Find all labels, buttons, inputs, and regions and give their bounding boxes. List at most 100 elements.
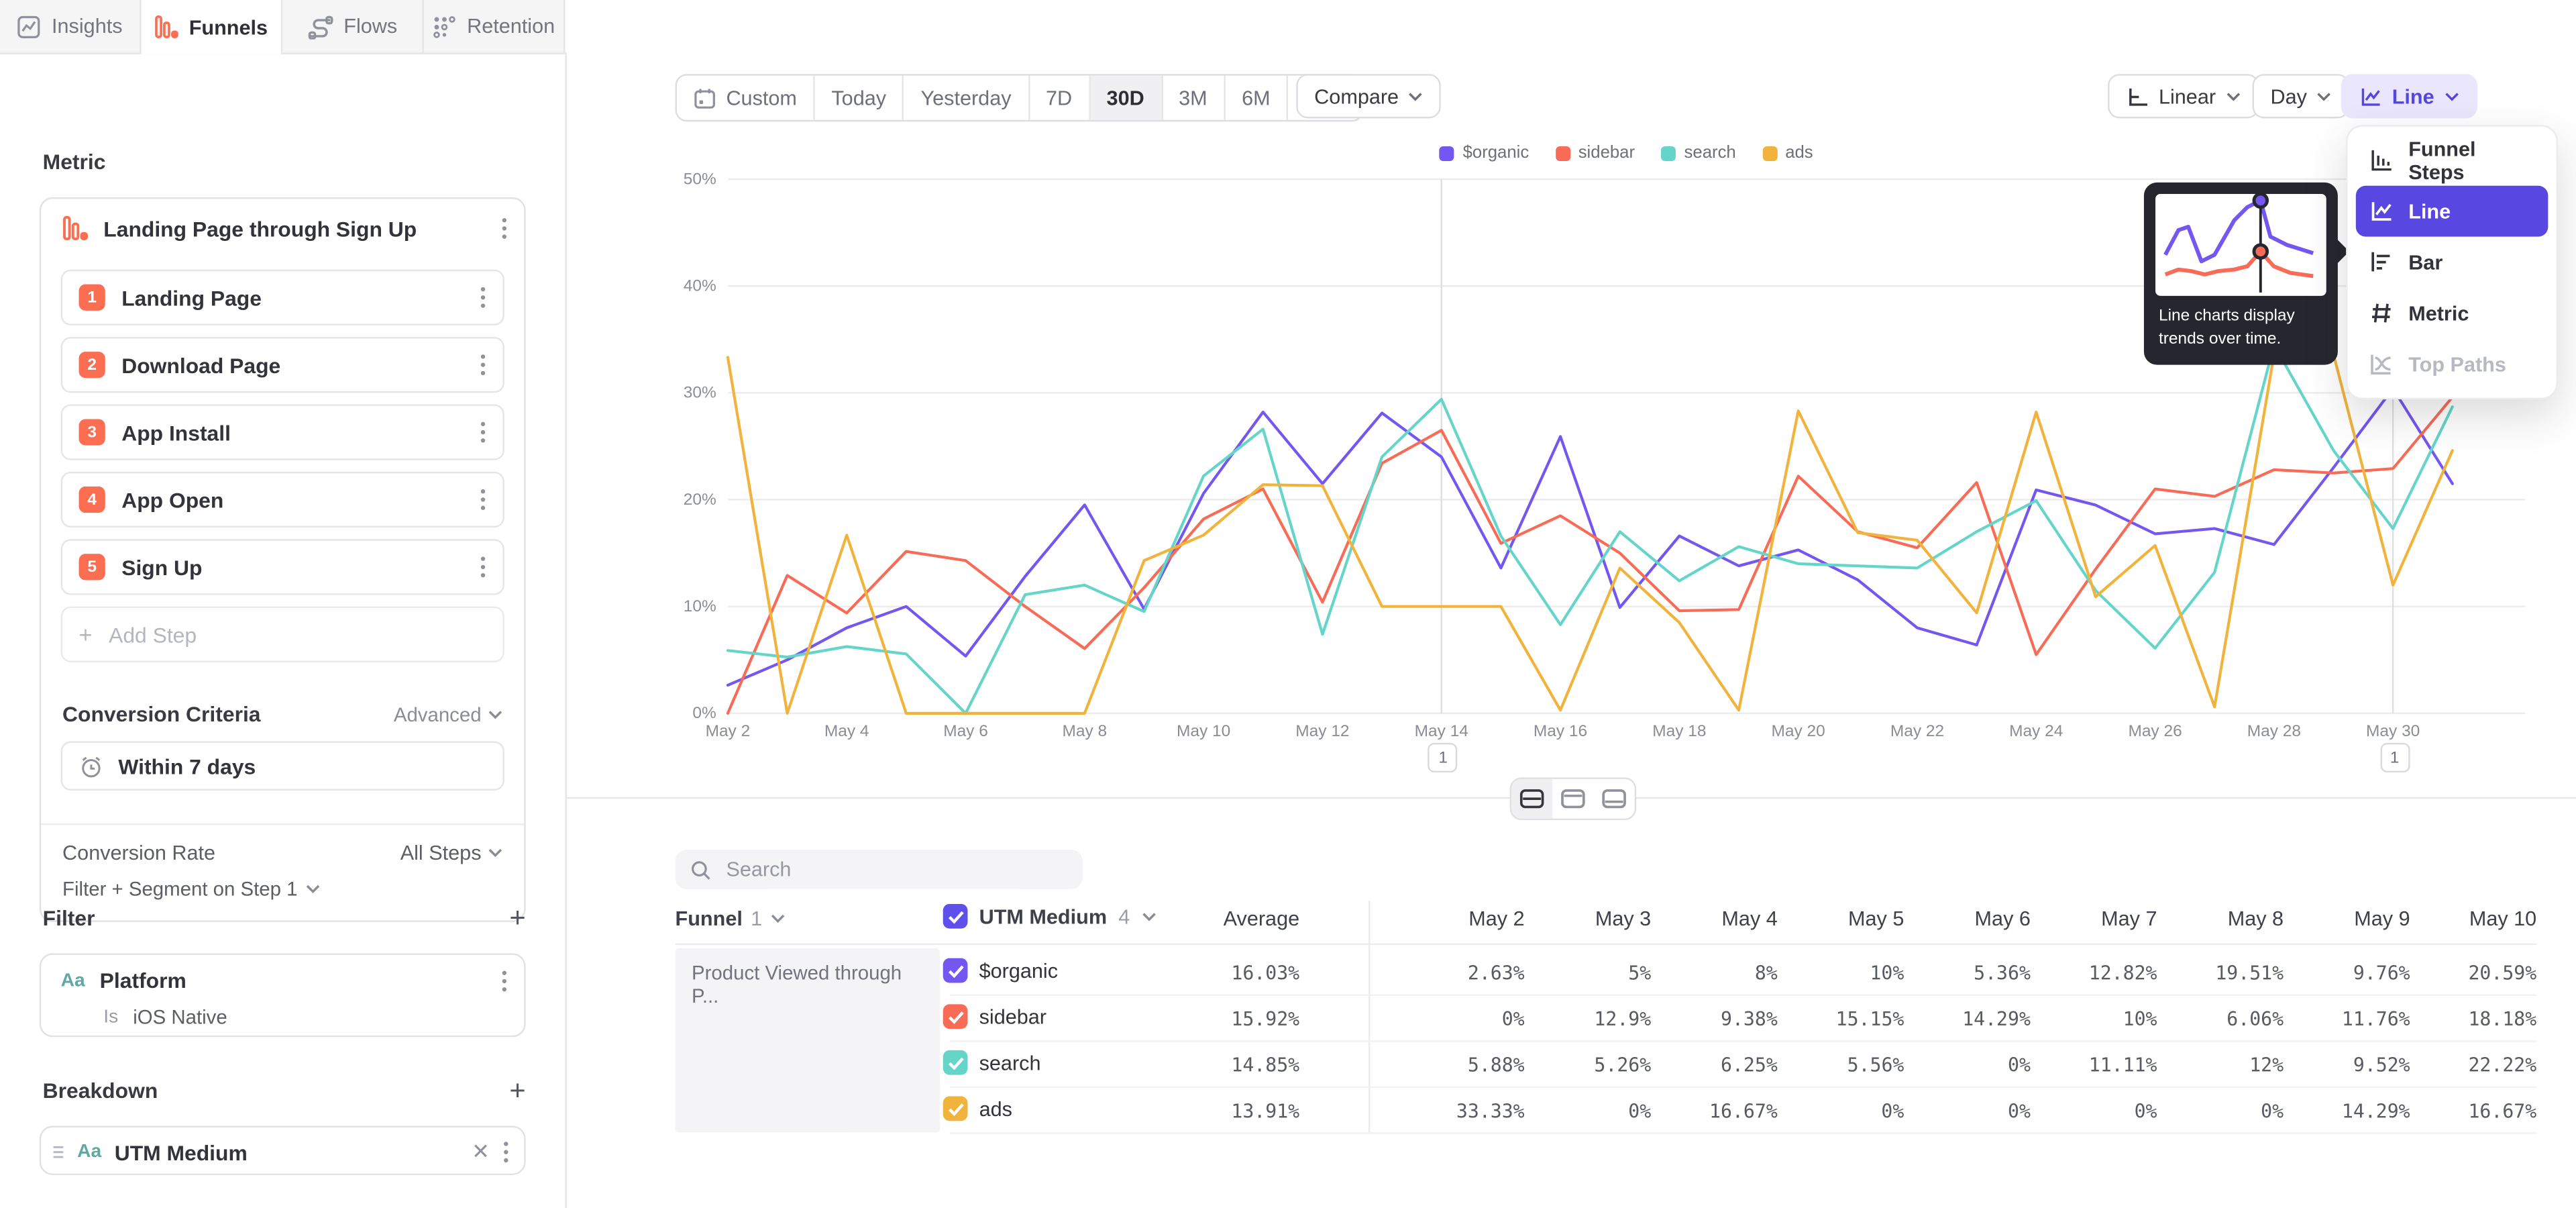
retention-icon — [433, 14, 458, 39]
filter-kebab-icon[interactable] — [501, 969, 508, 992]
svg-text:May 28: May 28 — [2247, 722, 2301, 740]
top-paths-icon — [2369, 352, 2394, 376]
tab-retention[interactable]: Retention — [424, 0, 566, 52]
svg-text:May 14: May 14 — [1415, 722, 1468, 740]
remove-breakdown-icon[interactable]: ✕ — [472, 1139, 490, 1165]
legend-swatch — [1661, 146, 1676, 160]
legend-item[interactable]: sidebar — [1555, 143, 1635, 162]
breakdown-heading: Breakdown — [43, 1078, 158, 1103]
metric-card: Landing Page through Sign Up 1 Landing P… — [40, 197, 526, 922]
step-number-badge: 4 — [79, 487, 105, 513]
conversion-window-field[interactable]: Within 7 days — [61, 741, 504, 790]
funnel-step-row[interactable]: 5 Sign Up — [61, 539, 504, 595]
tab-funnels[interactable]: Funnels — [142, 0, 283, 54]
legend-swatch — [1555, 146, 1570, 160]
chart-legend: $organic sidebar search ads — [728, 143, 2525, 162]
menu-item-line[interactable]: Line — [2356, 186, 2548, 237]
advanced-dropdown[interactable]: Advanced — [394, 703, 503, 725]
step-kebab-icon[interactable] — [480, 488, 486, 511]
svg-text:May 24: May 24 — [2009, 722, 2063, 740]
step-number-badge: 2 — [79, 352, 105, 378]
funnel-group-cell[interactable]: Product Viewed through P... — [676, 948, 940, 1132]
legend-item[interactable]: search — [1661, 143, 1735, 162]
bar-icon — [2369, 250, 2394, 274]
menu-item-bar[interactable]: Bar — [2356, 237, 2548, 288]
filter-segment-step-dropdown[interactable]: Filter + Segment on Step 1 — [62, 878, 321, 901]
layout-bottom-button[interactable] — [1594, 779, 1635, 819]
date-column-header[interactable]: May 6 — [1904, 907, 2031, 930]
chart-type-menu: Funnel Steps Line Bar Metric Top Paths — [2346, 125, 2558, 399]
tab-insights[interactable]: Insights — [0, 0, 142, 52]
date-column-header[interactable]: May 9 — [2284, 907, 2410, 930]
funnel-step-row[interactable]: 4 App Open — [61, 472, 504, 527]
date-column-header[interactable]: May 3 — [1525, 907, 1652, 930]
legend-swatch — [1762, 146, 1777, 160]
select-all-checkbox[interactable] — [943, 904, 968, 929]
annotation-badge[interactable]: 1 — [1428, 743, 1458, 772]
layout-top-button[interactable] — [1552, 779, 1593, 819]
add-step-button[interactable]: + Add Step — [61, 607, 504, 662]
funnel-title: Landing Page through Sign Up — [103, 216, 486, 241]
menu-item-funnel-steps[interactable]: Funnel Steps — [2356, 135, 2548, 186]
line-icon — [2369, 199, 2394, 223]
date-column-header[interactable]: May 2 — [1398, 907, 1525, 930]
date-column-header[interactable]: May 4 — [1651, 907, 1778, 930]
insights-icon — [17, 14, 42, 39]
layout-split-button[interactable] — [1511, 779, 1552, 819]
funnel-step-row[interactable]: 3 App Install — [61, 404, 504, 460]
date-column-header[interactable]: May 8 — [2157, 907, 2284, 930]
funnels-icon — [154, 15, 179, 40]
svg-text:May 18: May 18 — [1652, 722, 1706, 740]
average-column-header[interactable]: Average — [1150, 907, 1299, 930]
menu-item-label: Bar — [2408, 250, 2443, 273]
filter-value[interactable]: iOS Native — [133, 1006, 227, 1029]
add-breakdown-button[interactable]: + — [509, 1076, 525, 1105]
annotation-badge[interactable]: 1 — [2380, 743, 2410, 772]
step-number-badge: 1 — [79, 285, 105, 311]
plus-icon: + — [79, 621, 93, 648]
breakdown-property: UTM Medium — [115, 1140, 459, 1164]
legend-item[interactable]: ads — [1762, 143, 1813, 162]
drag-handle-icon[interactable] — [52, 1146, 64, 1159]
legend-item[interactable]: $organic — [1440, 143, 1529, 162]
add-filter-button[interactable]: + — [509, 904, 525, 932]
filter-heading: Filter — [43, 905, 95, 930]
step-kebab-icon[interactable] — [480, 421, 486, 444]
clock-icon — [79, 754, 104, 778]
svg-text:50%: 50% — [684, 170, 716, 188]
conversion-rate-dropdown[interactable]: All Steps — [400, 842, 503, 864]
svg-text:May 4: May 4 — [824, 722, 869, 740]
funnel-metric-icon — [62, 215, 89, 242]
legend-label: sidebar — [1578, 143, 1635, 162]
step-kebab-icon[interactable] — [480, 286, 486, 309]
step-number-badge: 3 — [79, 419, 105, 445]
filter-card[interactable]: Aa Platform Is iOS Native — [40, 953, 526, 1037]
date-column-header[interactable]: May 10 — [2410, 907, 2537, 930]
funnel-kebab-icon[interactable] — [501, 217, 508, 240]
funnel-column-header[interactable]: Funnel 1 — [676, 907, 786, 930]
series-sidebar[interactable] — [728, 397, 2453, 713]
menu-item-metric[interactable]: Metric — [2356, 288, 2548, 339]
breakdown-card[interactable]: Aa UTM Medium ✕ — [40, 1126, 526, 1175]
layout-toggle-group — [1510, 777, 1637, 820]
date-column-header[interactable]: May 7 — [2031, 907, 2157, 930]
tab-flows[interactable]: Flows — [282, 0, 424, 52]
chart-type-tooltip: Line charts display trends over time. — [2144, 183, 2338, 365]
funnel-steps-icon — [2369, 148, 2394, 172]
menu-item-label: Top Paths — [2408, 352, 2506, 375]
breakdown-kebab-icon[interactable] — [502, 1141, 509, 1164]
report-type-tabs: InsightsFunnelsFlowsRetention — [0, 0, 565, 54]
filter-operator[interactable]: Is — [103, 1007, 118, 1027]
svg-text:May 12: May 12 — [1295, 722, 1349, 740]
legend-label: $organic — [1463, 143, 1529, 162]
svg-text:20%: 20% — [684, 491, 716, 509]
step-kebab-icon[interactable] — [480, 354, 486, 376]
funnel-step-row[interactable]: 2 Download Page — [61, 337, 504, 393]
query-sidebar: Metric Landing Page through Sign Up 1 La… — [0, 52, 567, 1208]
legend-label: ads — [1785, 143, 1813, 162]
step-kebab-icon[interactable] — [480, 556, 486, 578]
breakdown-column-header[interactable]: UTM Medium 4 — [943, 904, 1157, 929]
funnel-step-row[interactable]: 1 Landing Page — [61, 270, 504, 325]
conversion-window-value: Within 7 days — [118, 754, 256, 778]
date-column-header[interactable]: May 5 — [1778, 907, 1904, 930]
